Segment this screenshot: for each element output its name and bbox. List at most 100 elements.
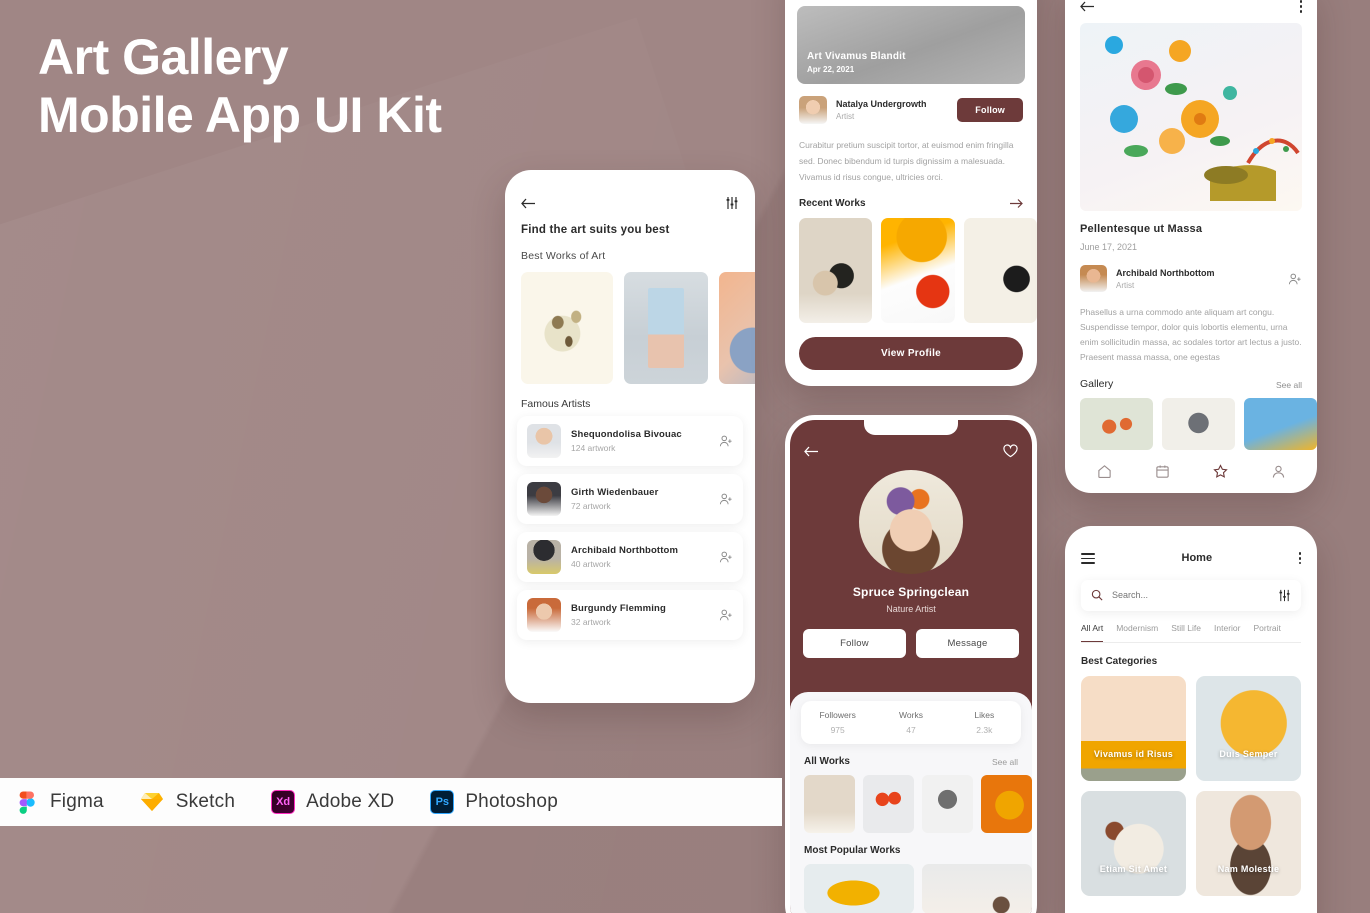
software-item-photoshop: Ps Photoshop [430,790,558,814]
article-top-bar [1065,0,1317,13]
best-categories-label: Best Categories [1081,655,1158,667]
category-card[interactable]: Nam Molestie [1196,790,1301,896]
follow-button[interactable]: Follow [957,98,1023,122]
artwork-thumbnail[interactable] [521,272,613,384]
artwork-thumbnail[interactable] [804,775,855,833]
arrow-left-icon[interactable] [521,197,536,210]
article-author-row: Archibald Northbottom Artist [1065,252,1317,292]
hamburger-icon[interactable] [1081,550,1095,567]
add-person-icon[interactable] [1288,272,1302,286]
software-label-figma: Figma [50,791,104,812]
software-label-adobe-xd: Adobe XD [306,791,395,812]
bottom-navigation [1065,450,1317,479]
category-label: Vivamus id Risus [1093,748,1174,759]
home-title: Home [1181,552,1213,565]
sliders-icon[interactable] [725,196,739,210]
calendar-icon[interactable] [1155,464,1170,479]
artwork-thumbnail[interactable] [799,218,873,323]
phone-screen-artwork-detail: Art Vivamus Blandit Apr 22, 2021 Natalya… [785,0,1037,386]
list-item[interactable]: Girth Wiedenbauer 72 artwork [517,474,743,524]
artist-artwork-count: 72 artwork [571,501,611,511]
artwork-thumbnail[interactable] [1162,398,1235,450]
avatar [527,482,561,516]
avatar [527,540,561,574]
artwork-title: Art Vivamus Blandit [807,51,906,62]
artwork-thumbnail[interactable] [881,218,955,323]
article-title: Pellentesque ut Massa [1080,223,1203,235]
software-label-photoshop: Photoshop [465,791,558,812]
artwork-thumbnail[interactable] [863,775,914,833]
artwork-thumbnail[interactable] [981,775,1032,833]
star-icon[interactable] [1212,464,1228,479]
recent-works-carousel[interactable] [785,209,1037,323]
add-person-icon[interactable] [719,608,733,622]
artist-name: Girth Wiedenbauer [571,487,659,498]
arrow-left-icon[interactable] [1080,0,1095,13]
profile-role: Nature Artist [886,604,936,614]
tab-interior[interactable]: Interior [1214,623,1240,642]
tab-modernism[interactable]: Modernism [1116,623,1158,642]
article-hero-image[interactable] [1080,23,1302,211]
arrow-right-icon[interactable] [1010,198,1023,209]
phone-screen-browse: Find the art suits you best Best Works o… [505,170,755,703]
stat-works: Works 47 [874,710,947,735]
category-label: Duis Semper [1219,748,1278,759]
avatar [799,96,827,124]
category-card[interactable]: Etiam Sit Amet [1081,790,1186,896]
artwork-thumbnail[interactable] [922,775,973,833]
artwork-thumbnail[interactable] [804,864,914,913]
best-works-carousel[interactable] [505,262,755,384]
device-notch [864,420,958,435]
profile-actions: Follow Message [790,614,1032,658]
add-person-icon[interactable] [719,492,733,506]
gallery-carousel[interactable] [1065,390,1317,450]
artwork-thumbnail[interactable] [922,864,1032,913]
add-person-icon[interactable] [719,550,733,564]
list-item[interactable]: Burgundy Flemming 32 artwork [517,590,743,640]
photoshop-mark: Ps [435,796,450,808]
add-person-icon[interactable] [719,434,733,448]
adobe-xd-mark: Xd [276,796,291,808]
category-card[interactable]: Vivamus id Risus [1081,675,1186,781]
artwork-hero-image[interactable]: Art Vivamus Blandit Apr 22, 2021 [797,6,1025,84]
see-all-link[interactable]: See all [992,757,1018,767]
tab-still-life[interactable]: Still Life [1171,623,1201,642]
sliders-icon[interactable] [1278,589,1291,602]
all-works-label: All Works [804,756,850,767]
title-line-1: Art Gallery [38,29,289,85]
home-icon[interactable] [1097,464,1112,479]
kebab-menu-icon[interactable] [1298,552,1301,565]
list-item[interactable]: Shequondolisa Bivouac 124 artwork [517,416,743,466]
search-input[interactable] [1112,590,1269,601]
view-profile-button[interactable]: View Profile [799,337,1023,370]
gallery-label: Gallery [1080,378,1114,390]
arrow-left-icon[interactable] [804,445,819,458]
message-button[interactable]: Message [916,629,1019,658]
artwork-thumbnail[interactable] [719,272,755,384]
all-works-carousel[interactable] [790,767,1032,833]
follow-button[interactable]: Follow [803,629,906,658]
browse-top-bar [505,170,755,210]
list-item[interactable]: Archibald Northbottom 40 artwork [517,532,743,582]
heart-icon[interactable] [1003,444,1018,458]
tab-all-art[interactable]: All Art [1081,623,1104,642]
category-label: Etiam Sit Amet [1099,863,1168,874]
see-all-link[interactable]: See all [1276,380,1302,390]
profile-content-sheet: Followers 975 Works 47 Likes 2.3k All Wo… [790,692,1032,913]
software-item-sketch: Sketch [140,790,235,815]
artwork-thumbnail[interactable] [963,218,1037,323]
sketch-icon [140,790,165,815]
stat-value: 47 [906,725,916,735]
tab-portrait[interactable]: Portrait [1253,623,1280,642]
search-bar[interactable] [1081,579,1301,611]
artwork-thumbnail[interactable] [1244,398,1317,450]
artist-artwork-count: 32 artwork [571,617,611,627]
profile-icon[interactable] [1271,464,1286,479]
artwork-thumbnail[interactable] [624,272,708,384]
artwork-thumbnail[interactable] [1080,398,1153,450]
kebab-menu-icon[interactable] [1299,0,1302,13]
most-popular-carousel[interactable] [790,856,1032,913]
page-title: Art Gallery Mobile App UI Kit [38,28,442,144]
category-card[interactable]: Duis Semper [1196,675,1301,781]
software-item-adobe-xd: Xd Adobe XD [271,790,394,814]
